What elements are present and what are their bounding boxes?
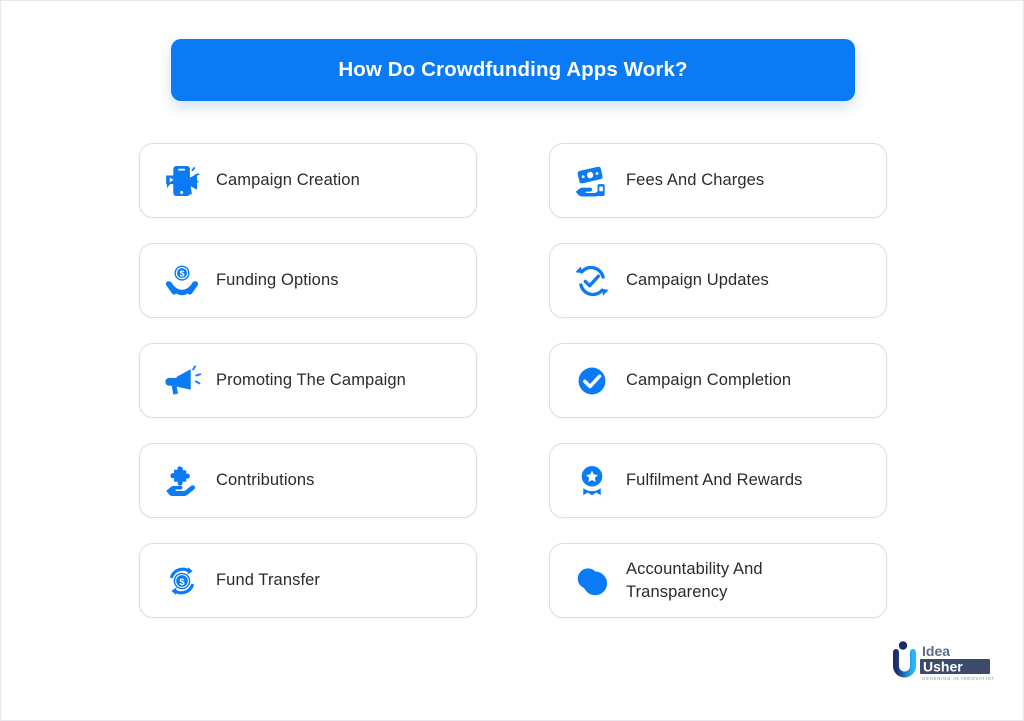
svg-text:$: $ — [179, 576, 185, 587]
card-label: Fees And Charges — [626, 171, 765, 190]
header-banner: How Do Crowdfunding Apps Work? — [171, 39, 855, 101]
svg-text:$: $ — [180, 268, 185, 278]
card-campaign-completion[interactable]: Campaign Completion — [549, 343, 887, 418]
card-label: Accountability And Transparency — [626, 560, 763, 601]
card-label: Contributions — [216, 471, 315, 490]
card-label: Promoting The Campaign — [216, 371, 406, 390]
left-column: Campaign Creation $ Funding Options Prom… — [139, 143, 477, 643]
mobile-megaphone-icon — [162, 161, 202, 201]
award-badge-star-icon — [572, 461, 612, 501]
hands-holding-coin-icon: $ — [162, 261, 202, 301]
card-accountability-and-transparency[interactable]: Accountability And Transparency — [549, 543, 887, 618]
infographic-page: How Do Crowdfunding Apps Work? Campaign … — [0, 0, 1024, 721]
card-label: Fulfilment And Rewards — [626, 471, 803, 490]
hand-banknote-icon — [572, 161, 612, 201]
card-label: Campaign Completion — [626, 371, 792, 390]
check-circle-icon — [572, 361, 612, 401]
hand-puzzle-piece-icon — [162, 461, 202, 501]
card-label: Funding Options — [216, 271, 339, 290]
card-fulfilment-and-rewards[interactable]: Fulfilment And Rewards — [549, 443, 887, 518]
right-column: Fees And Charges Campaign Updates Campai… — [549, 143, 887, 643]
page-title: How Do Crowdfunding Apps Work? — [338, 58, 688, 81]
logo-name-line2: Usher — [923, 659, 963, 675]
overlapping-circles-icon — [572, 561, 612, 601]
logo-tagline: USHERING IN INNOVATION — [922, 676, 993, 681]
megaphone-icon — [162, 361, 202, 401]
card-campaign-creation[interactable]: Campaign Creation — [139, 143, 477, 218]
card-contributions[interactable]: Contributions — [139, 443, 477, 518]
refresh-check-icon — [572, 261, 612, 301]
card-label: Campaign Updates — [626, 271, 769, 290]
card-promoting-the-campaign[interactable]: Promoting The Campaign — [139, 343, 477, 418]
card-campaign-updates[interactable]: Campaign Updates — [549, 243, 887, 318]
logo-name-line1: Idea — [922, 643, 950, 659]
card-label: Campaign Creation — [216, 171, 360, 190]
card-funding-options[interactable]: $ Funding Options — [139, 243, 477, 318]
card-label: Fund Transfer — [216, 571, 321, 590]
brand-logo: Idea Usher USHERING IN INNOVATION — [889, 638, 993, 684]
card-fees-and-charges[interactable]: Fees And Charges — [549, 143, 887, 218]
coin-refresh-arrows-icon: $ — [162, 561, 202, 601]
card-fund-transfer[interactable]: $ Fund Transfer — [139, 543, 477, 618]
